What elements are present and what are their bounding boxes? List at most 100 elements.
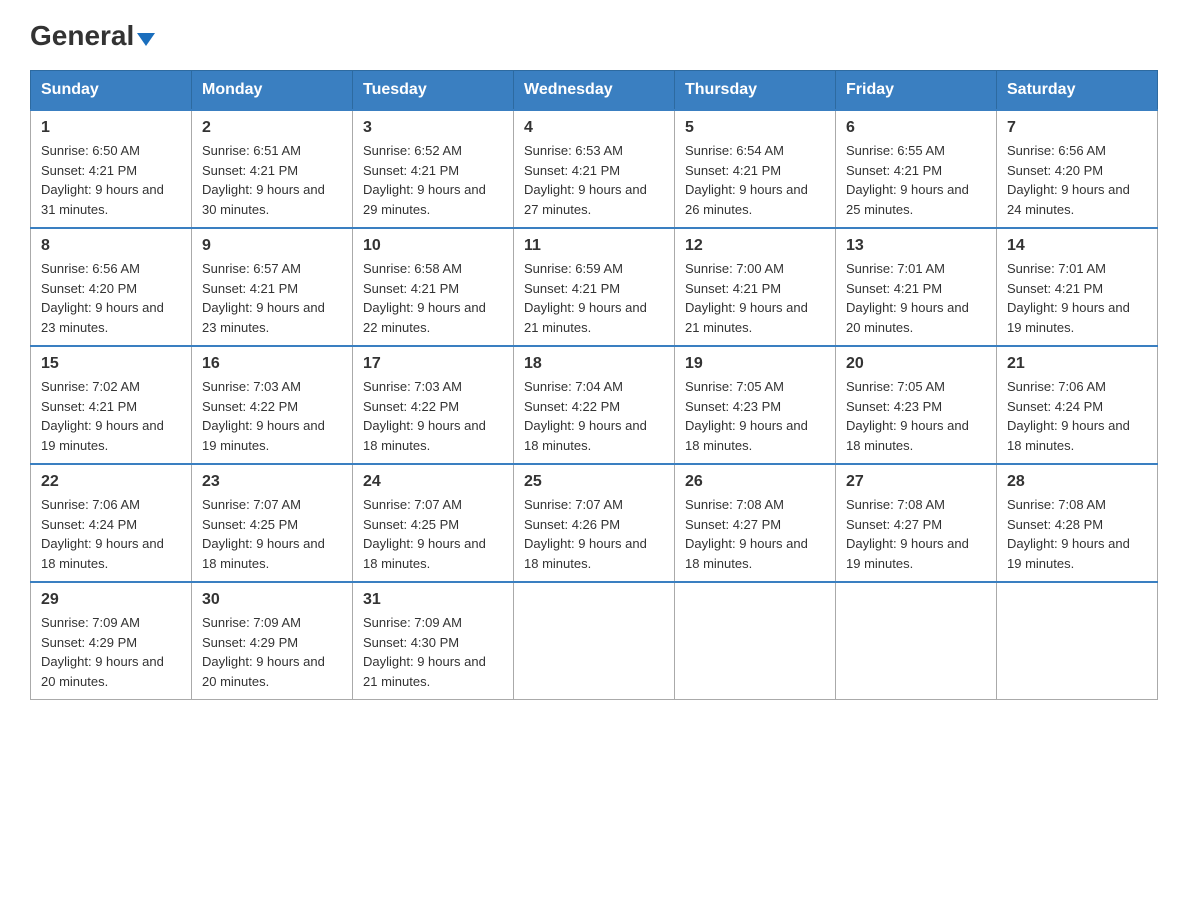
day-info: Sunrise: 6:51 AMSunset: 4:21 PMDaylight:… xyxy=(202,141,342,219)
header-row: SundayMondayTuesdayWednesdayThursdayFrid… xyxy=(31,71,1158,111)
day-info: Sunrise: 7:05 AMSunset: 4:23 PMDaylight:… xyxy=(685,377,825,455)
day-number: 17 xyxy=(363,355,503,373)
day-info: Sunrise: 7:07 AMSunset: 4:26 PMDaylight:… xyxy=(524,495,664,573)
day-number: 14 xyxy=(1007,237,1147,255)
calendar-cell: 15 Sunrise: 7:02 AMSunset: 4:21 PMDaylig… xyxy=(31,346,192,464)
day-info: Sunrise: 7:09 AMSunset: 4:29 PMDaylight:… xyxy=(202,613,342,691)
col-header-monday: Monday xyxy=(192,71,353,111)
logo: General xyxy=(30,20,155,52)
calendar-cell: 10 Sunrise: 6:58 AMSunset: 4:21 PMDaylig… xyxy=(353,228,514,346)
day-number: 26 xyxy=(685,473,825,491)
day-number: 10 xyxy=(363,237,503,255)
day-info: Sunrise: 6:52 AMSunset: 4:21 PMDaylight:… xyxy=(363,141,503,219)
day-info: Sunrise: 7:04 AMSunset: 4:22 PMDaylight:… xyxy=(524,377,664,455)
calendar-cell: 27 Sunrise: 7:08 AMSunset: 4:27 PMDaylig… xyxy=(836,464,997,582)
day-number: 13 xyxy=(846,237,986,255)
calendar-cell: 20 Sunrise: 7:05 AMSunset: 4:23 PMDaylig… xyxy=(836,346,997,464)
col-header-tuesday: Tuesday xyxy=(353,71,514,111)
day-number: 18 xyxy=(524,355,664,373)
day-info: Sunrise: 7:09 AMSunset: 4:30 PMDaylight:… xyxy=(363,613,503,691)
calendar-cell: 6 Sunrise: 6:55 AMSunset: 4:21 PMDayligh… xyxy=(836,110,997,228)
day-info: Sunrise: 6:53 AMSunset: 4:21 PMDaylight:… xyxy=(524,141,664,219)
col-header-sunday: Sunday xyxy=(31,71,192,111)
calendar-cell: 13 Sunrise: 7:01 AMSunset: 4:21 PMDaylig… xyxy=(836,228,997,346)
day-number: 2 xyxy=(202,119,342,137)
calendar-cell: 2 Sunrise: 6:51 AMSunset: 4:21 PMDayligh… xyxy=(192,110,353,228)
day-info: Sunrise: 7:02 AMSunset: 4:21 PMDaylight:… xyxy=(41,377,181,455)
day-number: 21 xyxy=(1007,355,1147,373)
day-info: Sunrise: 7:03 AMSunset: 4:22 PMDaylight:… xyxy=(202,377,342,455)
week-row-1: 1 Sunrise: 6:50 AMSunset: 4:21 PMDayligh… xyxy=(31,110,1158,228)
logo-triangle-icon xyxy=(137,33,155,46)
calendar-table: SundayMondayTuesdayWednesdayThursdayFrid… xyxy=(30,70,1158,700)
week-row-5: 29 Sunrise: 7:09 AMSunset: 4:29 PMDaylig… xyxy=(31,582,1158,700)
day-number: 16 xyxy=(202,355,342,373)
day-number: 6 xyxy=(846,119,986,137)
day-info: Sunrise: 7:08 AMSunset: 4:27 PMDaylight:… xyxy=(846,495,986,573)
day-info: Sunrise: 6:50 AMSunset: 4:21 PMDaylight:… xyxy=(41,141,181,219)
week-row-4: 22 Sunrise: 7:06 AMSunset: 4:24 PMDaylig… xyxy=(31,464,1158,582)
calendar-cell: 3 Sunrise: 6:52 AMSunset: 4:21 PMDayligh… xyxy=(353,110,514,228)
day-info: Sunrise: 6:59 AMSunset: 4:21 PMDaylight:… xyxy=(524,259,664,337)
day-number: 11 xyxy=(524,237,664,255)
day-number: 4 xyxy=(524,119,664,137)
day-info: Sunrise: 6:56 AMSunset: 4:20 PMDaylight:… xyxy=(1007,141,1147,219)
day-info: Sunrise: 7:06 AMSunset: 4:24 PMDaylight:… xyxy=(1007,377,1147,455)
day-info: Sunrise: 6:55 AMSunset: 4:21 PMDaylight:… xyxy=(846,141,986,219)
day-number: 15 xyxy=(41,355,181,373)
day-info: Sunrise: 6:54 AMSunset: 4:21 PMDaylight:… xyxy=(685,141,825,219)
day-info: Sunrise: 6:56 AMSunset: 4:20 PMDaylight:… xyxy=(41,259,181,337)
day-number: 31 xyxy=(363,591,503,609)
day-number: 9 xyxy=(202,237,342,255)
col-header-wednesday: Wednesday xyxy=(514,71,675,111)
day-number: 5 xyxy=(685,119,825,137)
day-info: Sunrise: 7:01 AMSunset: 4:21 PMDaylight:… xyxy=(1007,259,1147,337)
day-number: 22 xyxy=(41,473,181,491)
day-info: Sunrise: 7:05 AMSunset: 4:23 PMDaylight:… xyxy=(846,377,986,455)
calendar-cell: 31 Sunrise: 7:09 AMSunset: 4:30 PMDaylig… xyxy=(353,582,514,700)
day-info: Sunrise: 7:00 AMSunset: 4:21 PMDaylight:… xyxy=(685,259,825,337)
col-header-friday: Friday xyxy=(836,71,997,111)
calendar-cell: 24 Sunrise: 7:07 AMSunset: 4:25 PMDaylig… xyxy=(353,464,514,582)
calendar-cell: 7 Sunrise: 6:56 AMSunset: 4:20 PMDayligh… xyxy=(997,110,1158,228)
day-info: Sunrise: 7:08 AMSunset: 4:28 PMDaylight:… xyxy=(1007,495,1147,573)
day-number: 20 xyxy=(846,355,986,373)
day-number: 7 xyxy=(1007,119,1147,137)
day-number: 3 xyxy=(363,119,503,137)
day-number: 27 xyxy=(846,473,986,491)
day-info: Sunrise: 7:06 AMSunset: 4:24 PMDaylight:… xyxy=(41,495,181,573)
calendar-cell: 1 Sunrise: 6:50 AMSunset: 4:21 PMDayligh… xyxy=(31,110,192,228)
calendar-cell: 4 Sunrise: 6:53 AMSunset: 4:21 PMDayligh… xyxy=(514,110,675,228)
week-row-3: 15 Sunrise: 7:02 AMSunset: 4:21 PMDaylig… xyxy=(31,346,1158,464)
col-header-saturday: Saturday xyxy=(997,71,1158,111)
calendar-cell: 29 Sunrise: 7:09 AMSunset: 4:29 PMDaylig… xyxy=(31,582,192,700)
calendar-cell xyxy=(675,582,836,700)
day-number: 19 xyxy=(685,355,825,373)
calendar-cell: 16 Sunrise: 7:03 AMSunset: 4:22 PMDaylig… xyxy=(192,346,353,464)
calendar-cell: 22 Sunrise: 7:06 AMSunset: 4:24 PMDaylig… xyxy=(31,464,192,582)
col-header-thursday: Thursday xyxy=(675,71,836,111)
day-info: Sunrise: 7:07 AMSunset: 4:25 PMDaylight:… xyxy=(363,495,503,573)
calendar-cell: 28 Sunrise: 7:08 AMSunset: 4:28 PMDaylig… xyxy=(997,464,1158,582)
day-info: Sunrise: 7:07 AMSunset: 4:25 PMDaylight:… xyxy=(202,495,342,573)
day-info: Sunrise: 7:09 AMSunset: 4:29 PMDaylight:… xyxy=(41,613,181,691)
calendar-cell xyxy=(836,582,997,700)
day-info: Sunrise: 7:01 AMSunset: 4:21 PMDaylight:… xyxy=(846,259,986,337)
calendar-cell: 12 Sunrise: 7:00 AMSunset: 4:21 PMDaylig… xyxy=(675,228,836,346)
calendar-cell: 8 Sunrise: 6:56 AMSunset: 4:20 PMDayligh… xyxy=(31,228,192,346)
calendar-cell: 11 Sunrise: 6:59 AMSunset: 4:21 PMDaylig… xyxy=(514,228,675,346)
calendar-cell: 25 Sunrise: 7:07 AMSunset: 4:26 PMDaylig… xyxy=(514,464,675,582)
calendar-cell: 14 Sunrise: 7:01 AMSunset: 4:21 PMDaylig… xyxy=(997,228,1158,346)
day-info: Sunrise: 7:08 AMSunset: 4:27 PMDaylight:… xyxy=(685,495,825,573)
day-number: 29 xyxy=(41,591,181,609)
page-header: General xyxy=(30,20,1158,52)
day-number: 23 xyxy=(202,473,342,491)
calendar-cell: 19 Sunrise: 7:05 AMSunset: 4:23 PMDaylig… xyxy=(675,346,836,464)
calendar-cell xyxy=(514,582,675,700)
day-number: 25 xyxy=(524,473,664,491)
week-row-2: 8 Sunrise: 6:56 AMSunset: 4:20 PMDayligh… xyxy=(31,228,1158,346)
day-number: 30 xyxy=(202,591,342,609)
calendar-cell: 18 Sunrise: 7:04 AMSunset: 4:22 PMDaylig… xyxy=(514,346,675,464)
calendar-cell xyxy=(997,582,1158,700)
calendar-cell: 26 Sunrise: 7:08 AMSunset: 4:27 PMDaylig… xyxy=(675,464,836,582)
